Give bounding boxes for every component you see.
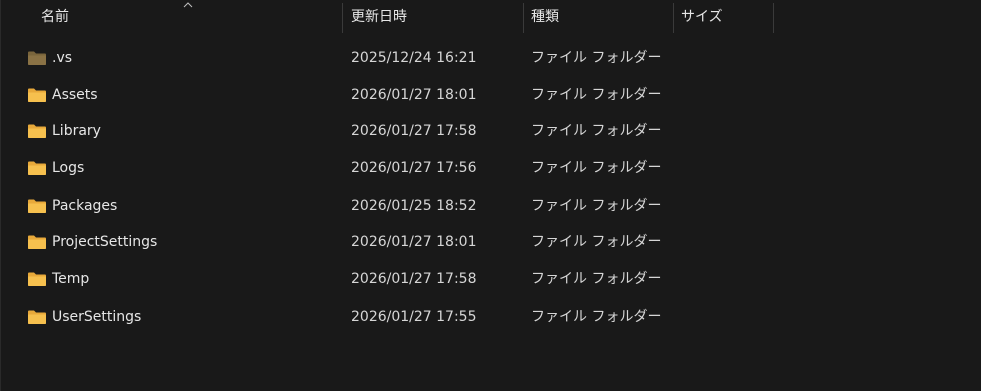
folder-icon [28, 310, 46, 324]
file-name: Packages [52, 198, 118, 214]
file-name: .vs [52, 50, 73, 66]
file-type: ファイル フォルダー [531, 234, 662, 250]
file-row[interactable]: Logs 2026/01/27 17:56 ファイル フォルダー [1, 150, 981, 186]
file-row[interactable]: .vs 2025/12/24 16:21 ファイル フォルダー [1, 40, 981, 76]
column-header-type[interactable]: 種類 [531, 0, 671, 35]
file-name: Logs [52, 160, 85, 176]
folder-icon [28, 88, 46, 102]
file-type: ファイル フォルダー [531, 50, 662, 66]
file-row[interactable]: Temp 2026/01/27 17:58 ファイル フォルダー [1, 261, 981, 297]
column-divider[interactable] [773, 3, 774, 33]
file-name: Assets [52, 87, 98, 103]
file-name: UserSettings [52, 309, 142, 325]
file-modified-date: 2026/01/27 18:01 [351, 87, 477, 103]
file-name: Temp [52, 271, 90, 287]
file-type: ファイル フォルダー [531, 271, 662, 287]
folder-icon [28, 235, 46, 249]
file-list-view: 名前 更新日時 種類 サイズ .vs 2025/12/24 16:21 ファイル フ… [0, 0, 981, 391]
file-name: ProjectSettings [52, 234, 158, 250]
column-divider[interactable] [523, 3, 524, 33]
folder-hidden-icon [28, 51, 46, 65]
folder-icon [28, 124, 46, 138]
file-modified-date: 2026/01/27 17:58 [351, 123, 477, 139]
folder-icon [28, 161, 46, 175]
file-modified-date: 2026/01/27 17:55 [351, 309, 477, 325]
column-header-name[interactable]: 名前 [41, 0, 341, 35]
file-row[interactable]: Packages 2026/01/25 18:52 ファイル フォルダー [1, 188, 981, 224]
file-row[interactable]: ProjectSettings 2026/01/27 18:01 ファイル フォルダ… [1, 224, 981, 260]
file-type: ファイル フォルダー [531, 87, 662, 103]
file-type: ファイル フォルダー [531, 198, 662, 214]
file-type: ファイル フォルダー [531, 123, 662, 139]
column-divider[interactable] [673, 3, 674, 33]
folder-icon [28, 199, 46, 213]
file-row[interactable]: Library 2026/01/27 17:58 ファイル フォルダー [1, 113, 981, 149]
folder-icon [28, 272, 46, 286]
file-name: Library [52, 123, 101, 139]
file-modified-date: 2025/12/24 16:21 [351, 50, 477, 66]
file-type: ファイル フォルダー [531, 309, 662, 325]
file-modified-date: 2026/01/27 17:58 [351, 271, 477, 287]
file-modified-date: 2026/01/27 17:56 [351, 160, 477, 176]
column-header-bar: 名前 更新日時 種類 サイズ [1, 0, 981, 35]
column-header-modified[interactable]: 更新日時 [351, 0, 521, 35]
file-modified-date: 2026/01/27 18:01 [351, 234, 477, 250]
file-row[interactable]: Assets 2026/01/27 18:01 ファイル フォルダー [1, 77, 981, 113]
file-row[interactable]: UserSettings 2026/01/27 17:55 ファイル フォルダー [1, 299, 981, 335]
file-modified-date: 2026/01/25 18:52 [351, 198, 477, 214]
column-divider[interactable] [342, 3, 343, 33]
file-type: ファイル フォルダー [531, 160, 662, 176]
column-header-size[interactable]: サイズ [681, 0, 771, 35]
